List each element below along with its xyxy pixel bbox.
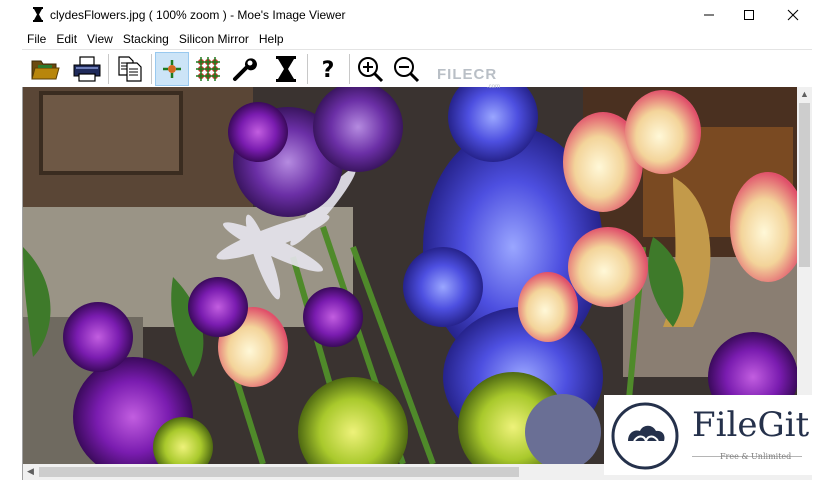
toolbar-separator <box>349 54 350 84</box>
minimize-icon <box>704 14 714 16</box>
menu-help[interactable]: Help <box>254 30 289 48</box>
toolbar-separator <box>108 54 109 84</box>
print-button[interactable] <box>70 52 104 86</box>
toolbar: ? <box>22 49 812 87</box>
open-folder-icon <box>31 60 60 80</box>
filegit-tagline: Free & Unlimited <box>720 452 792 461</box>
menu-view[interactable]: View <box>82 30 118 48</box>
filecr-watermark-sub: .com <box>487 84 501 90</box>
print-icon <box>73 56 101 82</box>
multi-image-grid-icon <box>196 57 220 81</box>
help-icon: ? <box>322 58 335 82</box>
menu-edit[interactable]: Edit <box>51 30 82 48</box>
close-button[interactable] <box>770 0 816 30</box>
open-button[interactable] <box>28 52 62 86</box>
menu-bar: File Edit View Stacking Silicon Mirror H… <box>22 30 812 48</box>
filegit-name: FileGit <box>692 405 810 445</box>
horizontal-scroll-thumb[interactable] <box>39 467 519 477</box>
copy-icon <box>118 56 142 82</box>
title-bar[interactable]: clydesFlowers.jpg ( 100% zoom ) - Moe's … <box>0 0 836 30</box>
zoom-out-button[interactable] <box>389 52 423 86</box>
maximize-button[interactable] <box>726 0 772 30</box>
wrench-icon <box>233 58 257 81</box>
svg-text:?: ? <box>322 58 335 82</box>
settings-button[interactable] <box>227 52 261 86</box>
vertical-scroll-thumb[interactable] <box>799 103 810 267</box>
menu-silicon-mirror[interactable]: Silicon Mirror <box>174 30 254 48</box>
scroll-left-icon[interactable]: ◀ <box>27 467 34 476</box>
zoom-in-button[interactable] <box>353 52 387 86</box>
maximize-icon <box>744 10 754 20</box>
filecr-watermark: FILECR <box>437 66 498 83</box>
menu-file[interactable]: File <box>22 30 51 48</box>
multi-image-button[interactable] <box>191 52 225 86</box>
silicon-mirror-button[interactable] <box>269 52 303 86</box>
single-image-button[interactable] <box>155 52 189 86</box>
close-icon <box>787 9 799 21</box>
app-window: clydesFlowers.jpg ( 100% zoom ) - Moe's … <box>0 0 836 484</box>
silicon-mirror-icon <box>276 56 296 82</box>
zoom-out-icon <box>394 57 420 83</box>
help-button[interactable]: ? <box>311 52 345 86</box>
app-hourglass-icon <box>33 7 43 22</box>
menu-stacking[interactable]: Stacking <box>118 30 174 48</box>
toolbar-separator <box>151 54 152 84</box>
toolbar-separator <box>307 54 308 84</box>
scroll-up-icon[interactable]: ▲ <box>800 90 809 99</box>
filegit-logo-icon <box>611 402 679 470</box>
zoom-in-icon <box>358 57 384 83</box>
copy-button[interactable] <box>113 52 147 86</box>
single-image-icon <box>163 60 181 78</box>
filegit-watermark: FileGit Free & Unlimited <box>604 395 836 475</box>
window-title: clydesFlowers.jpg ( 100% zoom ) - Moe's … <box>50 8 346 22</box>
